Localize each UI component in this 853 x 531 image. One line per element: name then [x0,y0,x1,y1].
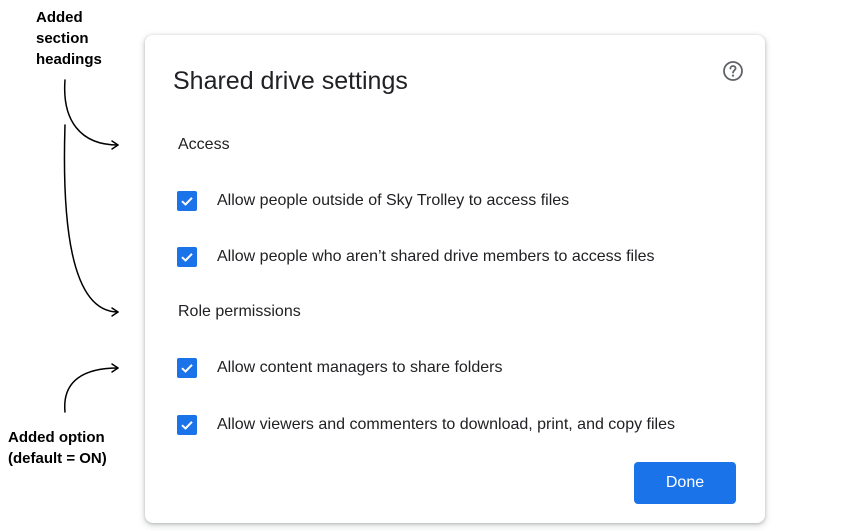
help-circle-icon[interactable] [721,59,745,83]
arrowhead [111,307,119,317]
annotation-line: (default = ON) [8,450,107,467]
option-label: Allow people outside of Sky Trolley to a… [217,192,570,209]
option-label: Allow viewers and commenters to download… [217,416,675,433]
annotation-line: headings [36,51,102,68]
arrow-to-added-option [64,367,119,413]
dialog-title: Shared drive settings [173,67,408,95]
checkbox-checked[interactable] [177,358,197,378]
option-label: Allow content managers to share folders [217,359,503,376]
option-allow-managers-share-folders[interactable]: Allow content managers to share folders [177,356,502,380]
checkbox-checked[interactable] [177,191,197,211]
done-button[interactable]: Done [634,462,736,504]
checkbox-checked[interactable] [177,247,197,267]
check-icon [181,421,193,430]
option-allow-viewers-download[interactable]: Allow viewers and commenters to download… [177,413,675,437]
checkbox-checked[interactable] [177,415,197,435]
option-label: Allow people who aren’t shared drive mem… [217,248,655,265]
check-icon [181,364,193,373]
annotation-line: section [36,30,89,47]
option-allow-outside-access[interactable]: Allow people outside of Sky Trolley to a… [177,189,569,213]
arrow-to-access-heading [63,79,119,146]
arrowhead [111,363,119,373]
check-icon [181,253,193,262]
arrowhead [111,140,119,150]
annotation-option-note: Added option (default = ON) [8,427,133,469]
check-icon [181,197,193,206]
arrow-to-role-permissions-heading [63,124,119,313]
option-allow-non-members-access[interactable]: Allow people who aren’t shared drive mem… [177,245,655,269]
annotation-line: Added [36,9,83,26]
section-heading-role-permissions: Role permissions [178,303,301,320]
canvas: Added section headings Added option (def… [0,0,853,531]
shared-drive-settings-dialog: Shared drive settings Access Allow peopl… [145,35,765,523]
section-heading-access: Access [178,136,230,153]
annotation-headings-note: Added section headings [36,7,126,70]
annotation-line: Added option [8,429,105,446]
